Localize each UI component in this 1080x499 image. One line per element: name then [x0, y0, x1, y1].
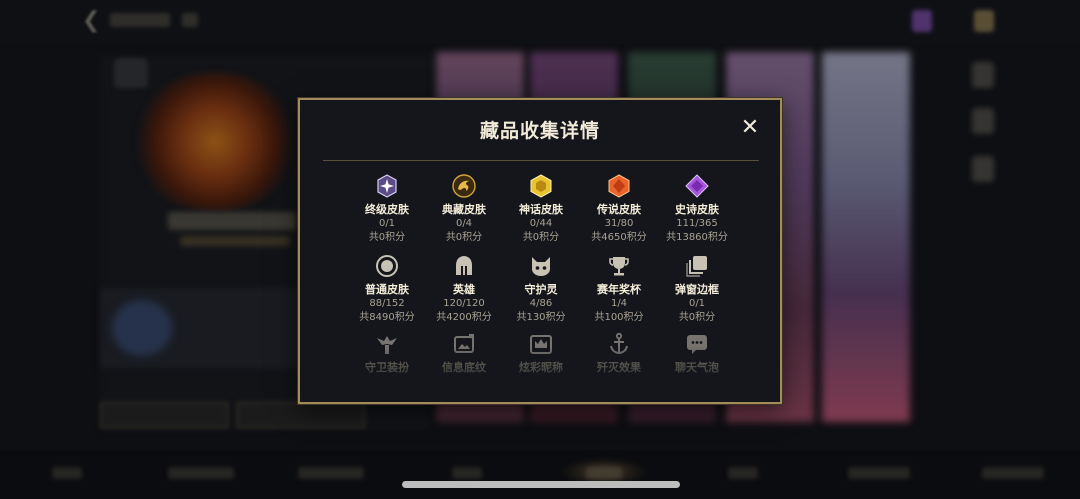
item-name: 赛年奖杯	[597, 283, 641, 296]
collection-item[interactable]: 史诗皮肤 111/365 共13860积分	[652, 172, 742, 245]
collection-item[interactable]: 赛年奖杯 1/4 共100积分	[574, 252, 664, 325]
item-count: 0/1	[688, 298, 706, 309]
orange-hexagon-gem-icon	[605, 172, 633, 200]
item-count: 0/44	[529, 218, 553, 229]
purple-diamond-gem-icon	[683, 172, 711, 200]
chat-bubble-icon	[683, 330, 711, 358]
item-points: 共0积分	[522, 232, 560, 243]
item-name: 歼灭效果	[597, 361, 641, 374]
item-points: 共13860积分	[666, 232, 728, 243]
collection-item[interactable]: 聊天气泡	[652, 330, 742, 375]
helmet-icon	[450, 252, 478, 280]
collection-item[interactable]: 传说皮肤 31/80 共4650积分	[574, 172, 664, 245]
round-gem-icon	[373, 252, 401, 280]
item-points: 共130积分	[516, 312, 566, 323]
item-name: 聊天气泡	[675, 361, 719, 374]
item-count: 31/80	[604, 218, 634, 229]
home-indicator[interactable]	[402, 481, 680, 488]
title-divider	[323, 160, 759, 161]
crown-nameplate-icon	[527, 330, 555, 358]
item-points: 共4650积分	[591, 232, 647, 243]
close-icon[interactable]: ✕	[738, 116, 762, 140]
info-card-icon	[450, 330, 478, 358]
item-name: 传说皮肤	[597, 203, 641, 216]
crystal-star-icon	[373, 172, 401, 200]
collection-item[interactable]: 歼灭效果	[574, 330, 664, 375]
item-name: 守护灵	[524, 283, 558, 296]
item-name: 神话皮肤	[519, 203, 563, 216]
gold-hexagon-gem-icon	[527, 172, 555, 200]
dragon-emblem-icon	[450, 172, 478, 200]
collection-item[interactable]: 弹窗边框 0/1 共0积分	[652, 252, 742, 325]
anchor-icon	[605, 330, 633, 358]
item-name: 史诗皮肤	[675, 203, 719, 216]
collection-item[interactable]: 炫彩昵称	[496, 330, 586, 375]
collection-item[interactable]: 神话皮肤 0/44 共0积分	[496, 172, 586, 245]
collection-details-modal: 藏品收集详情 ✕ 终级皮肤 0/1 共0积分 典藏皮肤 0/4 共0积分 神话皮…	[298, 98, 782, 404]
item-points: 共100积分	[594, 312, 644, 323]
spirit-cat-icon	[527, 252, 555, 280]
item-name: 炫彩昵称	[519, 361, 563, 374]
stacked-frames-icon	[683, 252, 711, 280]
item-name: 弹窗边框	[675, 283, 719, 296]
item-count: 4/86	[529, 298, 553, 309]
trophy-icon	[605, 252, 633, 280]
item-count: 111/365	[676, 218, 718, 229]
item-count: 1/4	[610, 298, 628, 309]
item-points: 共0积分	[678, 312, 716, 323]
modal-title: 藏品收集详情	[479, 120, 600, 142]
ward-icon	[373, 330, 401, 358]
collection-item[interactable]: 守护灵 4/86 共130积分	[496, 252, 586, 325]
